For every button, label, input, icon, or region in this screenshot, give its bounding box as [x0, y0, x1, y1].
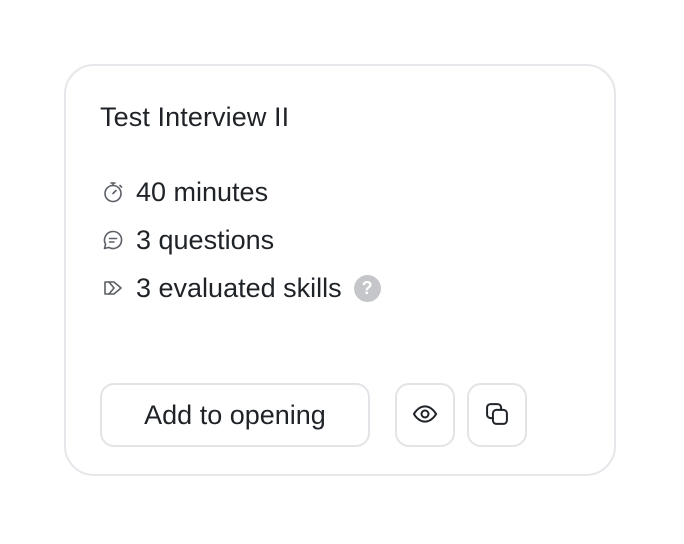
interview-meta-list: 40 minutes 3 questions 3 evaluated skill…	[100, 168, 381, 312]
skills-help-icon[interactable]: ?	[353, 274, 381, 302]
interview-card: Test Interview II 40 minutes 3 questions…	[64, 64, 616, 476]
meta-duration-text: 40 minutes	[136, 176, 269, 207]
chat-bubble-icon	[100, 227, 126, 253]
skills-icon	[100, 275, 126, 301]
meta-skills: 3 evaluated skills ?	[100, 264, 381, 312]
meta-duration: 40 minutes	[100, 168, 381, 216]
stopwatch-icon	[100, 179, 126, 205]
copy-icon	[483, 400, 511, 431]
card-actions: Add to opening	[100, 383, 527, 447]
duplicate-button[interactable]	[467, 383, 527, 447]
meta-questions-text: 3 questions	[136, 224, 275, 255]
eye-icon	[411, 400, 439, 431]
interview-title: Test Interview II	[100, 102, 290, 132]
meta-questions: 3 questions	[100, 216, 381, 264]
preview-button[interactable]	[395, 383, 455, 447]
add-to-opening-button[interactable]: Add to opening	[100, 383, 370, 447]
meta-skills-text: 3 evaluated skills	[136, 272, 342, 303]
